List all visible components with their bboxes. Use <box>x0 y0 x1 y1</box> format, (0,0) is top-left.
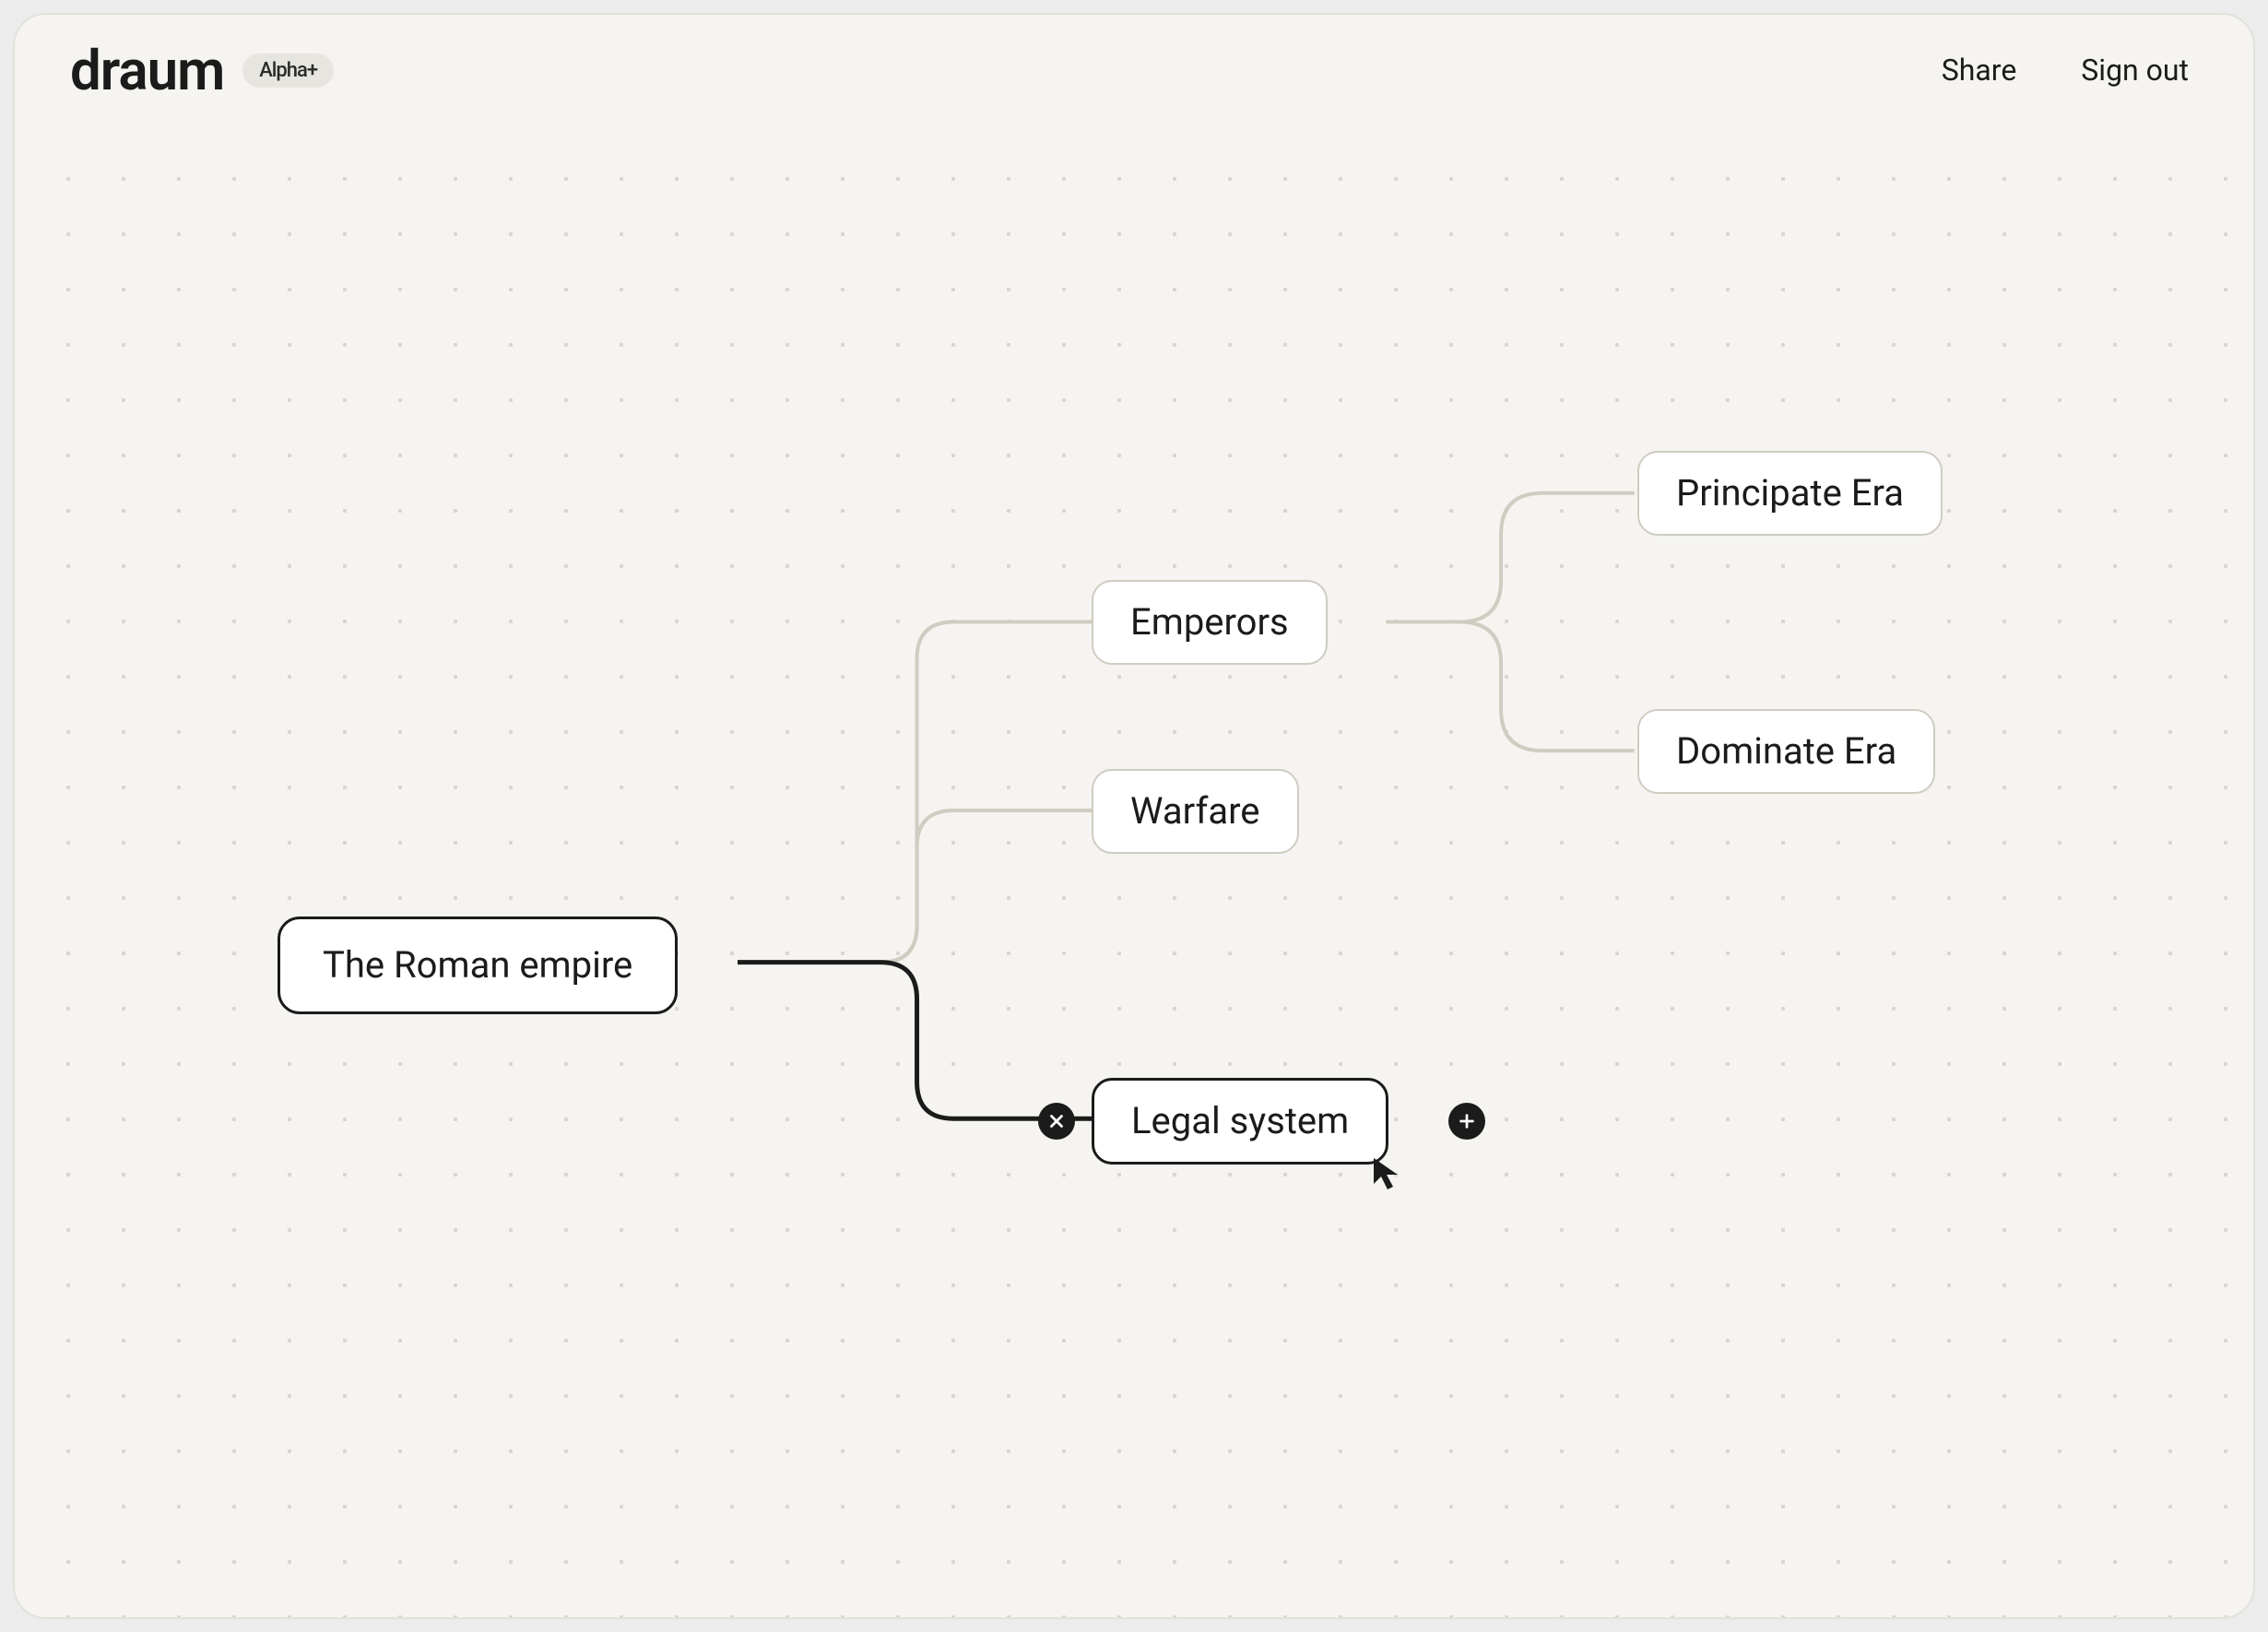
brand-wordmark: draum <box>70 38 224 103</box>
node-principate-era-label: Principate Era <box>1676 471 1904 514</box>
header: draum Alpha+ Share Sign out <box>15 15 2253 125</box>
node-principate-era[interactable]: Principate Era <box>1637 451 1943 536</box>
node-dominate-era[interactable]: Dominate Era <box>1637 709 1935 794</box>
node-root[interactable]: The Roman empire <box>278 917 678 1014</box>
node-legal-system[interactable]: Legal system <box>1092 1078 1388 1165</box>
node-warfare-label: Warfare <box>1130 789 1260 833</box>
node-emperors[interactable]: Emperors <box>1092 580 1328 665</box>
node-legal-system-label: Legal system <box>1131 1099 1349 1142</box>
node-root-label: The Roman empire <box>323 943 632 987</box>
brand: draum Alpha+ <box>70 38 334 103</box>
cursor-icon <box>1370 1156 1407 1193</box>
close-icon <box>1046 1111 1067 1131</box>
delete-node-button[interactable] <box>1038 1103 1075 1140</box>
node-dominate-era-label: Dominate Era <box>1676 729 1896 773</box>
plus-icon <box>1457 1111 1477 1131</box>
add-child-node-button[interactable] <box>1448 1103 1485 1140</box>
mindmap-canvas[interactable]: The Roman empire Emperors Warfare Legal … <box>15 15 2253 1617</box>
node-warfare[interactable]: Warfare <box>1092 769 1299 854</box>
node-emperors-label: Emperors <box>1130 600 1289 644</box>
share-button[interactable]: Share <box>1942 53 2017 88</box>
app-window: draum Alpha+ Share Sign out The Rom <box>13 13 2255 1619</box>
release-badge: Alpha+ <box>242 53 334 88</box>
signout-button[interactable]: Sign out <box>2081 53 2189 88</box>
